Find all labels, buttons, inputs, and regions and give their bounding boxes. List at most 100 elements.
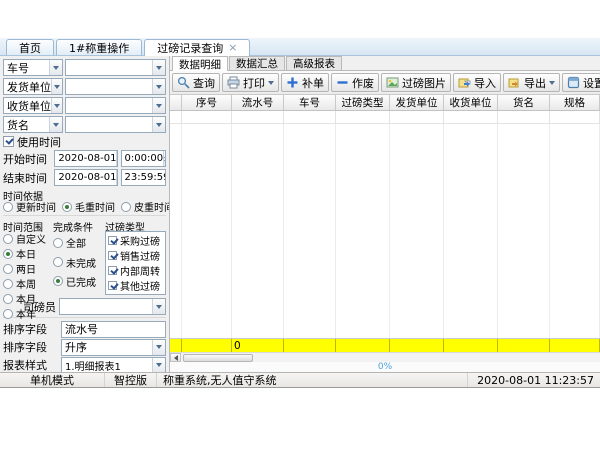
column-header[interactable]: 规格 [550, 95, 600, 110]
tab-home[interactable]: 首页 [6, 39, 54, 55]
chevron-down-icon[interactable] [49, 60, 62, 75]
end-time-input[interactable]: 23:59:59 [121, 169, 166, 186]
vehicle-value-combo[interactable] [65, 59, 166, 76]
filter-panel: 车号 发货单位 收货单位 货名 使用时间 开始时间 2020-08-0 [0, 56, 170, 372]
column-header[interactable]: 货名 [498, 95, 550, 110]
chevron-down-icon[interactable] [49, 117, 62, 132]
radio-unfinished[interactable]: 未完成 [53, 255, 103, 270]
column-header[interactable]: 流水号 [232, 95, 284, 110]
summary-count: 0 [232, 339, 284, 352]
sort-field-input[interactable]: 流水号 [61, 321, 166, 338]
weigh-photo-button[interactable]: 过磅图片 [381, 73, 451, 92]
chevron-down-icon[interactable] [152, 358, 165, 373]
end-date-input[interactable]: 2020-08-01 [54, 169, 117, 186]
radio-all[interactable]: 全部 [53, 235, 103, 250]
radio-gross-time[interactable]: 毛重时间 [62, 199, 115, 214]
status-system-name: 称重系统,无人值守系统 [157, 373, 468, 387]
tab-weigh-record-query[interactable]: 过磅记录查询 × [144, 39, 250, 56]
close-icon[interactable]: × [228, 43, 237, 53]
chevron-down-icon[interactable] [51, 79, 62, 94]
goods-value-combo[interactable] [65, 116, 166, 133]
settings-button[interactable]: 设置 [562, 73, 600, 92]
report-style-row: 报表样式 1.明细报表1 [3, 357, 166, 372]
spinner-icon[interactable] [163, 151, 166, 166]
time-range-group: 时间范围 自定义 本日 两日 本周 本月 本年 [3, 219, 51, 295]
checkbox-sale-weigh[interactable]: 销售过磅 [108, 248, 163, 263]
radio-update-time[interactable]: 更新时间 [3, 199, 56, 214]
checkbox-other-weigh[interactable]: 其他过磅 [108, 278, 163, 293]
radio-this-week[interactable]: 本周 [3, 276, 51, 291]
horizontal-scrollbar[interactable] [170, 352, 600, 362]
radio-custom[interactable]: 自定义 [3, 231, 51, 246]
sort-field-label: 排序字段 [3, 321, 61, 337]
column-header[interactable]: 序号 [182, 95, 232, 110]
filter-row-sender: 发货单位 [3, 78, 166, 95]
chevron-down-icon[interactable] [152, 98, 165, 113]
chevron-down-icon[interactable] [51, 98, 62, 113]
grid-body[interactable] [170, 124, 600, 338]
status-mode: 单机模式 [0, 373, 105, 387]
tab-data-summary[interactable]: 数据汇总 [229, 56, 285, 70]
sort-order-row: 排序字段 升序 [3, 339, 166, 355]
sender-value-combo[interactable] [65, 78, 166, 95]
chevron-down-icon[interactable] [152, 79, 165, 94]
row-indicator-header [170, 95, 182, 110]
calendar-icon[interactable] [116, 170, 117, 185]
chevron-down-icon[interactable] [152, 340, 165, 355]
image-icon [386, 76, 399, 89]
radio-today[interactable]: 本日 [3, 246, 51, 261]
weigh-type-listbox: 采购过磅 销售过磅 内部周转 其他过磅 [105, 231, 166, 295]
column-header[interactable]: 收货单位 [444, 95, 498, 110]
sort-order-select[interactable]: 升序 [61, 339, 166, 356]
radio-finished[interactable]: 已完成 [53, 274, 103, 289]
checkbox-internal-transfer[interactable]: 内部周转 [108, 263, 163, 278]
start-time-input[interactable]: 0:00:00 [121, 150, 166, 167]
sender-field-select[interactable]: 发货单位 [3, 78, 63, 95]
empty-row [170, 111, 600, 124]
import-icon [458, 76, 471, 89]
application-window: 首页 1#称重操作 过磅记录查询 × 车号 发货单位 收货单位 货名 [0, 38, 600, 388]
chevron-down-icon[interactable] [152, 299, 165, 314]
progress-text: 0% [378, 362, 392, 372]
void-button[interactable]: 作废 [331, 73, 379, 92]
column-header[interactable]: 发货单位 [390, 95, 444, 110]
import-button[interactable]: 导入 [453, 73, 501, 92]
scroll-left-icon[interactable] [170, 353, 181, 362]
start-date-input[interactable]: 2020-08-01 [54, 150, 117, 167]
use-time-checkbox[interactable] [3, 136, 14, 147]
sort-order-label: 排序字段 [3, 339, 61, 355]
tab-weigh-operation[interactable]: 1#称重操作 [56, 39, 142, 55]
weigher-combo[interactable] [59, 298, 166, 315]
print-button[interactable]: 打印 [222, 73, 279, 92]
column-header[interactable]: 车号 [284, 95, 336, 110]
receiver-value-combo[interactable] [65, 97, 166, 114]
tab-data-detail[interactable]: 数据明细 [172, 56, 228, 71]
start-time-row: 开始时间 2020-08-01 0:00:00 [3, 150, 166, 167]
receiver-field-select[interactable]: 收货单位 [3, 97, 63, 114]
filter-row-receiver: 收货单位 [3, 97, 166, 114]
data-tab-bar: 数据明细 数据汇总 高级报表 [170, 56, 600, 71]
report-style-select[interactable]: 1.明细报表1 [61, 357, 166, 373]
goods-field-select[interactable]: 货名 [3, 116, 63, 133]
printer-icon [227, 76, 240, 89]
toolbar: 查询 打印 补单 作废 过磅图片 [170, 71, 600, 95]
column-header[interactable]: 过磅类型 [336, 95, 390, 110]
supplement-button[interactable]: 补单 [281, 73, 329, 92]
radio-two-days[interactable]: 两日 [3, 261, 51, 276]
checkbox-purchase-weigh[interactable]: 采购过磅 [108, 233, 163, 248]
scrollbar-thumb[interactable] [183, 354, 253, 362]
radio-tare-time[interactable]: 皮重时间 [121, 199, 170, 214]
filter-row-vehicle: 车号 [3, 59, 166, 76]
vehicle-field-select[interactable]: 车号 [3, 59, 63, 76]
chevron-down-icon[interactable] [152, 117, 165, 132]
progress-indicator: 0% [170, 362, 600, 372]
filter-row-goods: 货名 [3, 116, 166, 133]
tab-advanced-report[interactable]: 高级报表 [286, 56, 342, 70]
chevron-down-icon[interactable] [152, 60, 165, 75]
end-time-label: 结束时间 [3, 170, 54, 186]
calendar-icon[interactable] [116, 151, 117, 166]
search-icon [177, 76, 190, 89]
export-button[interactable]: 导出 [503, 73, 560, 92]
status-edition: 智控版 [105, 373, 157, 387]
query-button[interactable]: 查询 [172, 73, 220, 92]
